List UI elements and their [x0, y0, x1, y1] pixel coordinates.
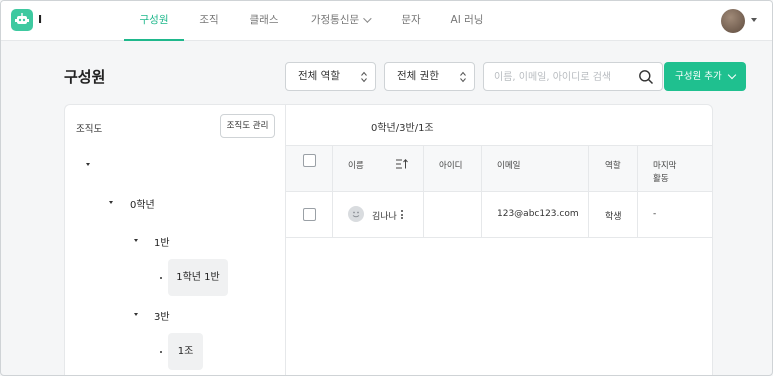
tab-ai-learning[interactable]: AI 러닝	[442, 1, 492, 41]
column-email[interactable]: 이메일	[497, 159, 520, 171]
row-email: 123@abc123.com	[497, 209, 579, 219]
tree-class1-toggle[interactable]	[134, 239, 138, 242]
column-divider	[588, 146, 589, 191]
column-divider	[637, 192, 638, 237]
tab-organization[interactable]: 조직	[189, 1, 229, 41]
app-name: I	[38, 13, 43, 26]
row-name: 김나나	[372, 212, 397, 222]
tree-root-toggle[interactable]	[86, 163, 90, 166]
member-table-panel: 0학년/3반/1조 이름 아이디 이메일 역할 마지막 활동 김나나 123@a…	[285, 104, 713, 375]
tree-bullet	[160, 277, 162, 279]
row-checkbox[interactable]	[303, 208, 316, 221]
tree-node-class-1[interactable]: 1반	[154, 234, 170, 249]
table-header: 이름 아이디 이메일 역할 마지막 활동	[286, 145, 712, 192]
user-avatar[interactable]	[721, 9, 745, 33]
column-divider	[481, 192, 482, 237]
column-divider	[332, 146, 333, 191]
column-role[interactable]: 역할	[605, 159, 621, 171]
row-role: 학생	[605, 212, 622, 222]
user-avatar-icon	[348, 206, 364, 222]
table-row[interactable]: 김나나 123@abc123.com 학생 -	[286, 192, 712, 238]
column-divider	[481, 146, 482, 191]
app-frame: I 구성원 조직 클래스 가정통신문 문자 AI 러닝 구성원 전체 역할 전체…	[0, 0, 773, 376]
tree-node-leaf-1[interactable]: 1학년 1반	[168, 259, 228, 296]
column-id[interactable]: 아이디	[439, 159, 462, 171]
role-select[interactable]: 전체 역할	[285, 62, 376, 91]
chevron-down-icon	[727, 70, 737, 80]
tree-node-leaf-2[interactable]: 1조	[168, 333, 203, 370]
top-navigation: I 구성원 조직 클래스 가정통신문 문자 AI 러닝	[1, 1, 772, 41]
tree-node-grade[interactable]: 0학년	[130, 196, 155, 211]
column-last-activity-line2[interactable]: 활동	[653, 172, 669, 184]
column-divider	[423, 146, 424, 191]
search-input[interactable]	[494, 68, 634, 86]
page-title: 구성원	[64, 68, 106, 86]
permission-select-value: 전체 권한	[397, 70, 439, 82]
org-tree-panel: 조직도 조직도 관리 0학년 1반 1학년 1반 3반 1조	[64, 104, 286, 375]
tab-sms[interactable]: 문자	[391, 1, 431, 41]
column-divider	[637, 146, 638, 191]
search-icon[interactable]	[638, 69, 654, 85]
more-vertical-icon[interactable]	[401, 210, 403, 221]
search-box	[483, 62, 663, 91]
tab-members[interactable]: 구성원	[124, 1, 184, 41]
add-member-label: 구성원 추가	[675, 71, 722, 82]
tab-newsletter-label: 가정통신문	[310, 14, 360, 26]
select-all-checkbox[interactable]	[303, 154, 316, 167]
tree-grade-toggle[interactable]	[109, 201, 113, 204]
chevron-down-icon	[363, 14, 372, 23]
tree-node-class-3[interactable]: 3반	[154, 308, 170, 323]
sort-icon[interactable]	[396, 159, 408, 169]
manage-org-button[interactable]: 조직도 관리	[220, 114, 275, 138]
role-select-value: 전체 역할	[298, 70, 340, 82]
robot-icon[interactable]	[11, 9, 33, 31]
row-last-activity: -	[653, 209, 657, 219]
column-divider	[423, 192, 424, 237]
tab-newsletter[interactable]: 가정통신문	[301, 1, 379, 41]
column-last-activity-line1[interactable]: 마지막	[653, 159, 676, 171]
select-arrows-icon	[361, 71, 367, 83]
column-divider	[588, 192, 589, 237]
tree-class3-toggle[interactable]	[134, 313, 138, 316]
tab-class[interactable]: 클래스	[239, 1, 289, 41]
add-member-button[interactable]: 구성원 추가	[664, 62, 746, 91]
org-tree-label: 조직도	[76, 124, 103, 135]
select-arrows-icon	[460, 71, 466, 83]
caret-down-icon[interactable]	[751, 18, 757, 22]
column-name[interactable]: 이름	[348, 159, 364, 171]
permission-select[interactable]: 전체 권한	[384, 62, 475, 91]
column-divider	[332, 192, 333, 237]
tree-bullet	[160, 351, 162, 353]
breadcrumb: 0학년/3반/1조	[371, 123, 434, 134]
